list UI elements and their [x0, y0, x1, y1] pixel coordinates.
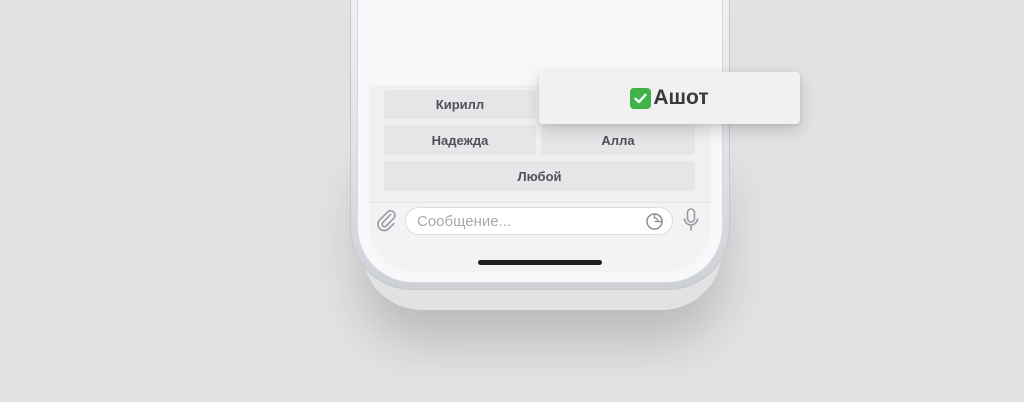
microphone-icon[interactable]	[681, 207, 701, 233]
sticker-icon[interactable]	[645, 212, 664, 231]
message-input[interactable]: Сообщение...	[405, 207, 673, 235]
reply-button-nadezhda[interactable]: Надежда	[384, 125, 536, 155]
message-placeholder: Сообщение...	[417, 213, 512, 230]
selected-reply-label: Ашот	[653, 86, 709, 109]
reply-button-lyuboy[interactable]: Любой	[384, 161, 695, 191]
phone-screen: Кирилл Надежда Алла Любой Сообщение...	[369, 0, 711, 272]
reply-button-alla[interactable]: Алла	[541, 125, 695, 155]
reply-button-kirill[interactable]: Кирилл	[384, 90, 536, 119]
message-input-bar: Сообщение...	[369, 202, 711, 272]
home-indicator	[478, 260, 602, 265]
selected-reply-button-ashot[interactable]: Ашот	[539, 72, 800, 124]
check-mark-button-icon	[630, 87, 652, 109]
paperclip-icon[interactable]	[375, 208, 397, 232]
